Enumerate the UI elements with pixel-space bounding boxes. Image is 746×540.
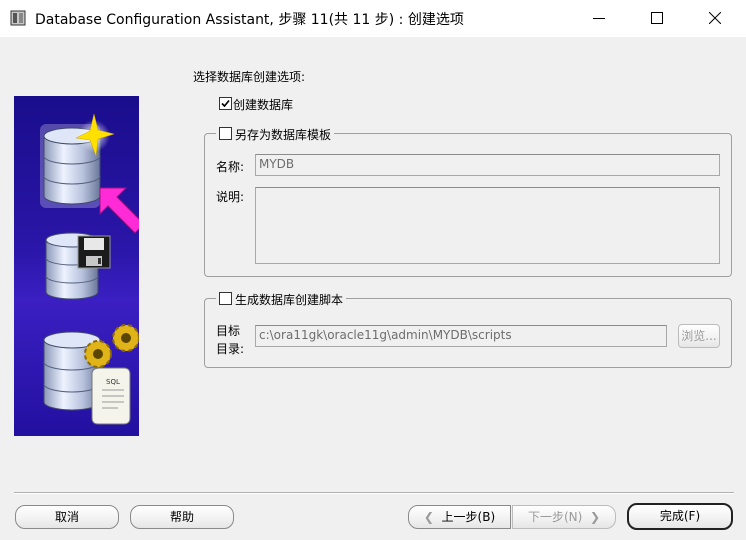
next-button-label: 下一步(N) <box>527 510 583 524</box>
gear-icon <box>84 324 140 368</box>
maximize-button[interactable] <box>634 0 680 37</box>
save-template-checkbox[interactable] <box>219 127 232 140</box>
database-save-icon <box>45 232 111 300</box>
arrow-icon <box>99 187 145 234</box>
browse-button[interactable]: 浏览... <box>678 324 720 348</box>
back-button[interactable]: ❮ 上一步(B) <box>408 505 511 529</box>
app-icon <box>10 10 26 26</box>
title-bar: Database Configuration Assistant, 步骤 11(… <box>0 0 746 37</box>
help-button[interactable]: 帮助 <box>130 505 234 529</box>
save-template-label: 另存为数据库模板 <box>235 128 332 142</box>
sql-script-icon: SQL <box>91 367 131 425</box>
generate-scripts-label: 生成数据库创建脚本 <box>235 293 344 307</box>
database-illustration: SQL <box>40 113 145 425</box>
minimize-button[interactable] <box>576 0 622 37</box>
footer-separator <box>14 492 734 494</box>
maximize-icon <box>651 12 663 24</box>
generate-scripts-legend: 生成数据库创建脚本 <box>216 291 347 308</box>
close-button[interactable] <box>692 0 738 37</box>
template-description-label: 说明: <box>216 190 245 204</box>
create-database-checkbox[interactable] <box>219 97 232 110</box>
next-button[interactable]: 下一步(N) ❯ <box>512 505 616 529</box>
template-description-field[interactable] <box>255 187 720 264</box>
target-dir-label-line2: 目录: <box>216 342 245 356</box>
chevron-right-icon: ❯ <box>589 510 601 524</box>
save-template-legend: 另存为数据库模板 <box>216 126 335 143</box>
section-label: 选择数据库创建选项: <box>193 70 306 84</box>
cancel-button[interactable]: 取消 <box>15 505 119 529</box>
template-name-label: 名称: <box>216 160 245 174</box>
finish-button[interactable]: 完成(F) <box>627 503 733 530</box>
generate-scripts-checkbox[interactable] <box>219 292 232 305</box>
checkmark-icon <box>221 99 230 108</box>
create-database-label: 创建数据库 <box>233 98 294 112</box>
close-icon <box>709 12 721 24</box>
back-button-label: 上一步(B) <box>441 510 496 524</box>
target-directory-field[interactable]: c:\ora11gk\oracle11g\admin\MYDB\scripts <box>255 325 667 347</box>
minimize-icon <box>593 18 605 19</box>
chevron-left-icon: ❮ <box>423 510 434 524</box>
window-title: Database Configuration Assistant, 步骤 11(… <box>35 12 464 28</box>
svg-text:SQL: SQL <box>106 378 120 386</box>
template-name-field[interactable]: MYDB <box>255 154 720 176</box>
target-dir-label-line1: 目标 <box>216 324 241 338</box>
wizard-illustration: SQL <box>14 96 145 436</box>
